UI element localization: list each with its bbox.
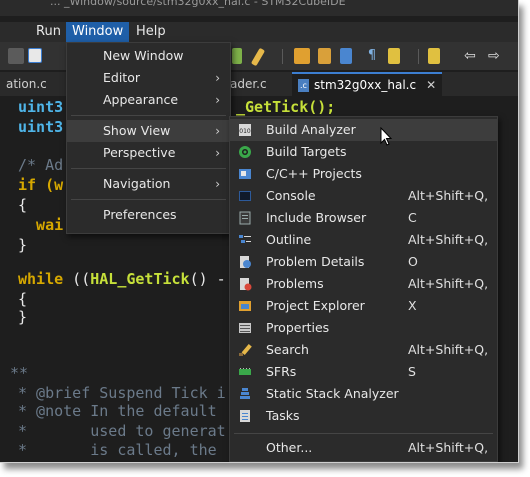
project-explorer-icon bbox=[239, 301, 251, 311]
menu-item-preferences[interactable]: Preferences bbox=[67, 204, 230, 226]
c-file-icon: .c bbox=[298, 79, 309, 92]
next-annotation-icon[interactable] bbox=[388, 48, 400, 64]
document-icon[interactable] bbox=[340, 48, 352, 64]
tab-ader-c[interactable]: ader.c bbox=[224, 72, 273, 96]
menu-item-new-window[interactable]: New Window bbox=[67, 45, 230, 67]
prev-annotation-icon[interactable] bbox=[428, 48, 440, 64]
back-icon[interactable]: ⇦ bbox=[464, 48, 480, 64]
menu-bar: Run Window Help bbox=[0, 22, 518, 42]
toolbar-separator bbox=[282, 49, 283, 64]
close-icon[interactable]: ✕ bbox=[426, 78, 436, 92]
menu-item-perspective[interactable]: Perspective › bbox=[67, 142, 230, 164]
code-line: * bbox=[18, 458, 90, 462]
problem-details-icon bbox=[240, 256, 251, 268]
menu-item-search[interactable]: Search Alt+Shift+Q, S bbox=[230, 339, 497, 379]
pilcrow-icon[interactable]: ¶ bbox=[364, 48, 380, 64]
window-title: ... _Window/source/stm32g0xx_hal.c - STM… bbox=[50, 0, 346, 8]
tab-label: stm32g0xx_hal.c bbox=[314, 78, 417, 92]
code-line: /* Ad bbox=[18, 156, 64, 174]
open-file-icon[interactable] bbox=[318, 48, 331, 64]
code-line: wai bbox=[18, 216, 64, 234]
chevron-right-icon: › bbox=[215, 146, 220, 160]
menu-item-project-explorer[interactable]: Project Explorer bbox=[230, 295, 497, 317]
svg-text:010: 010 bbox=[239, 128, 251, 135]
show-view-submenu: 010 Build Analyzer Build Targets C/C++ P… bbox=[229, 116, 498, 462]
build-targets-icon bbox=[239, 146, 251, 158]
menu-item-console[interactable]: Console Alt+Shift+Q, C bbox=[230, 185, 497, 225]
code-line: uint3 bbox=[18, 98, 64, 116]
menu-item-problem-details[interactable]: Problem Details bbox=[230, 251, 497, 273]
menu-item-include-browser[interactable]: Include Browser bbox=[230, 207, 497, 229]
menu-window[interactable]: Window bbox=[66, 22, 130, 42]
chevron-right-icon: › bbox=[215, 71, 220, 85]
forward-icon[interactable]: ⇨ bbox=[488, 48, 504, 64]
menu-separator bbox=[71, 115, 226, 116]
menu-item-static-stack-analyzer[interactable]: Static Stack Analyzer bbox=[230, 383, 497, 405]
menu-help[interactable]: Help bbox=[130, 22, 172, 42]
code-line: if (w bbox=[18, 176, 64, 194]
properties-icon bbox=[239, 323, 251, 333]
toolbar-tool-icon[interactable] bbox=[232, 48, 242, 64]
code-line: } bbox=[18, 236, 28, 254]
toolbar-arrow-icon[interactable] bbox=[8, 48, 24, 64]
menu-item-build-analyzer[interactable]: 010 Build Analyzer bbox=[230, 119, 497, 141]
pencil-icon[interactable] bbox=[250, 47, 266, 67]
console-icon bbox=[239, 191, 251, 201]
chevron-right-icon: › bbox=[215, 124, 220, 138]
menu-item-problems[interactable]: Problems Alt+Shift+Q, X bbox=[230, 273, 497, 313]
edit-icon[interactable] bbox=[294, 48, 310, 64]
search-icon bbox=[239, 343, 252, 356]
tab-ation-c[interactable]: ation.c bbox=[0, 72, 53, 96]
menu-item-show-view[interactable]: Show View › bbox=[67, 120, 230, 142]
menu-item-appearance[interactable]: Appearance › bbox=[67, 89, 230, 111]
while-keyword: while bbox=[18, 270, 64, 288]
menu-separator bbox=[234, 433, 493, 434]
code-line: uint3 bbox=[18, 118, 64, 136]
menu-item-build-targets[interactable]: Build Targets bbox=[230, 141, 497, 163]
static-stack-analyzer-icon bbox=[240, 388, 250, 399]
code-line-while: while ((HAL_GetTick() - bbox=[18, 270, 226, 288]
menu-item-editor[interactable]: Editor › bbox=[67, 67, 230, 89]
problems-icon bbox=[240, 278, 252, 291]
menu-item-cpp-projects[interactable]: C/C++ Projects bbox=[230, 163, 497, 185]
new-c-file-icon[interactable] bbox=[28, 48, 42, 63]
menu-item-tasks[interactable]: Tasks bbox=[230, 405, 497, 427]
code-line: } bbox=[18, 308, 28, 326]
menu-separator bbox=[71, 168, 226, 169]
cpp-projects-icon bbox=[239, 169, 251, 179]
function-call: HAL_GetTick bbox=[90, 270, 190, 288]
menu-item-sfrs[interactable]: SFRs bbox=[230, 361, 497, 383]
menu-item-navigation[interactable]: Navigation › bbox=[67, 173, 230, 195]
code-fragment-right: _GetTick(); bbox=[236, 98, 336, 116]
menu-run[interactable]: Run bbox=[30, 22, 67, 42]
code-line: ** bbox=[10, 364, 29, 382]
title-bar: ... _Window/source/stm32g0xx_hal.c - STM… bbox=[0, 0, 518, 16]
tab-label: ation.c bbox=[6, 77, 47, 91]
tasks-icon bbox=[240, 410, 250, 422]
build-analyzer-icon: 010 bbox=[239, 124, 251, 136]
menu-item-other[interactable]: Other...Alt+Shift+Q, Q bbox=[230, 437, 497, 459]
menu-item-properties[interactable]: Properties bbox=[230, 317, 497, 339]
code-line: * @note In the default bbox=[18, 402, 226, 420]
outline-icon bbox=[239, 235, 251, 243]
code-line: { bbox=[18, 196, 28, 214]
include-browser-icon bbox=[239, 211, 251, 225]
tab-stm32g0xx-hal-c[interactable]: .c stm32g0xx_hal.c ✕ bbox=[292, 72, 443, 96]
chevron-right-icon: › bbox=[215, 93, 220, 107]
ide-window: ... _Window/source/stm32g0xx_hal.c - STM… bbox=[0, 0, 519, 463]
toolbar-separator bbox=[418, 49, 419, 64]
window-menu: New Window Editor › Appearance › Show View… bbox=[66, 42, 231, 234]
tab-label: ader.c bbox=[230, 77, 267, 91]
menu-item-outline[interactable]: Outline Alt+Shift+Q, O bbox=[230, 229, 497, 269]
menu-separator bbox=[71, 199, 226, 200]
chevron-right-icon: › bbox=[215, 177, 220, 191]
sfrs-icon bbox=[239, 368, 251, 375]
mouse-cursor-icon bbox=[380, 127, 393, 146]
